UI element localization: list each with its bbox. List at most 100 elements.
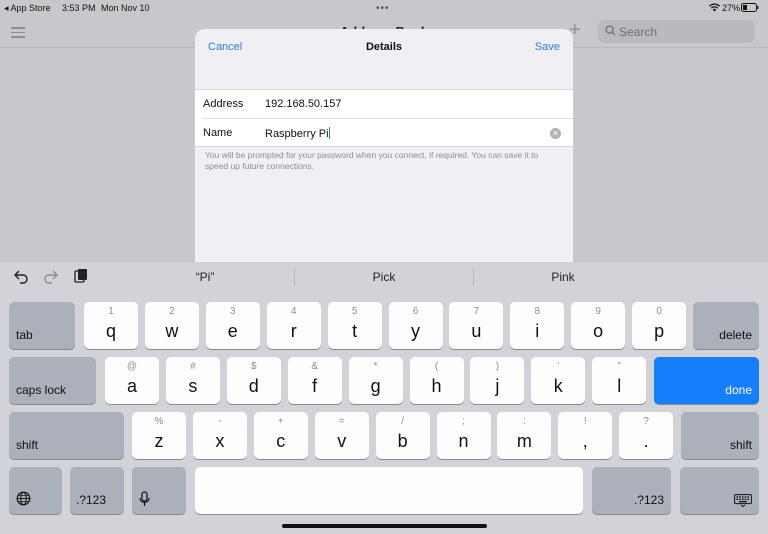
back-to-app-store-link[interactable]: ◂ App Store bbox=[4, 3, 51, 14]
clear-text-icon[interactable]: ✕ bbox=[550, 128, 561, 139]
key-v[interactable]: = v bbox=[314, 412, 369, 459]
key-d[interactable]: $ d bbox=[226, 357, 281, 404]
key-z[interactable]: % z bbox=[132, 412, 186, 459]
suggestion-2[interactable]: Pick bbox=[299, 270, 469, 284]
key-t[interactable]: 5t bbox=[327, 302, 382, 349]
space-key[interactable] bbox=[195, 467, 583, 514]
key-alt-label: + bbox=[277, 416, 284, 427]
numbers-left-key-label: .?123 bbox=[76, 493, 107, 507]
globe-key[interactable] bbox=[9, 467, 62, 514]
text-cursor bbox=[328, 127, 331, 139]
key-main-label: u bbox=[471, 321, 482, 341]
key-j[interactable]: ) j bbox=[470, 357, 525, 404]
microphone-icon bbox=[139, 491, 150, 506]
key-alt-label: 0 bbox=[656, 306, 662, 317]
address-row[interactable]: Address 192.168.50.157 bbox=[195, 90, 573, 118]
key-g[interactable]: * g bbox=[348, 357, 403, 404]
key-u[interactable]: 7u bbox=[449, 302, 504, 349]
key-alt-label: 1 bbox=[108, 306, 114, 317]
key-punct-8[interactable]: ?. bbox=[619, 412, 674, 459]
key-alt-label: - bbox=[218, 416, 222, 427]
key-alt-label: = bbox=[338, 416, 345, 427]
key-alt-label: ! bbox=[583, 416, 587, 427]
key-alt-label: 9 bbox=[595, 306, 601, 317]
key-main-label: . bbox=[643, 431, 649, 451]
multitasking-dots-icon[interactable]: ••• bbox=[376, 3, 390, 14]
keyboard-hide-icon bbox=[734, 494, 752, 507]
key-w[interactable]: 2w bbox=[144, 302, 199, 349]
details-sheet: Cancel Details Save Address 192.168.50.1… bbox=[195, 29, 573, 262]
paste-icon[interactable] bbox=[73, 268, 89, 284]
key-main-label: h bbox=[431, 376, 442, 396]
shift-left-key[interactable]: shift bbox=[9, 412, 124, 459]
key-l[interactable]: ” l bbox=[592, 357, 647, 404]
key-alt-label: / bbox=[401, 416, 404, 427]
numbers-left-key[interactable]: .?123 bbox=[70, 467, 124, 514]
done-key[interactable]: done bbox=[654, 357, 759, 404]
save-button[interactable]: Save bbox=[535, 41, 560, 53]
key-alt-label: % bbox=[154, 416, 164, 427]
key-r[interactable]: 4r bbox=[266, 302, 321, 349]
key-alt-label: ) bbox=[495, 361, 500, 372]
key-a[interactable]: @ a bbox=[105, 357, 159, 404]
key-alt-label: # bbox=[190, 361, 196, 372]
key-punct-7[interactable]: !, bbox=[558, 412, 613, 459]
key-main-label: c bbox=[276, 431, 286, 451]
key-n[interactable]: ; n bbox=[436, 412, 491, 459]
help-text: You will be prompted for your password w… bbox=[205, 150, 539, 171]
key-y[interactable]: 6y bbox=[388, 302, 443, 349]
address-label: Address bbox=[203, 98, 244, 110]
key-q[interactable]: 1q bbox=[84, 302, 138, 349]
key-m[interactable]: :m bbox=[497, 412, 552, 459]
hide-keyboard-key[interactable] bbox=[680, 467, 759, 514]
key-alt-label: 2 bbox=[169, 306, 175, 317]
numbers-right-key[interactable]: .?123 bbox=[592, 467, 671, 514]
key-alt-label: ’ bbox=[557, 361, 560, 372]
key-x[interactable]: -x bbox=[192, 412, 247, 459]
name-row[interactable]: Name Raspberry Pi ✕ bbox=[202, 118, 573, 146]
key-p[interactable]: 0p bbox=[632, 302, 687, 349]
search-icon bbox=[605, 25, 616, 36]
key-alt-label: ; bbox=[462, 416, 465, 427]
key-s[interactable]: # s bbox=[165, 357, 220, 404]
key-c[interactable]: + c bbox=[253, 412, 308, 459]
sheet-nav-bar: Cancel Details Save bbox=[195, 29, 573, 65]
key-main-label: t bbox=[352, 321, 358, 341]
shift-right-key-label: shift bbox=[729, 438, 752, 452]
delete-key[interactable]: delete bbox=[693, 302, 759, 349]
key-i[interactable]: 8i bbox=[510, 302, 565, 349]
key-e[interactable]: 3e bbox=[205, 302, 260, 349]
key-o[interactable]: 9o bbox=[571, 302, 626, 349]
key-alt-label: 4 bbox=[290, 306, 297, 317]
key-main-label: n bbox=[458, 431, 469, 451]
battery-icon bbox=[741, 3, 759, 14]
tab-key[interactable]: tab bbox=[9, 302, 75, 349]
done-key-label: done bbox=[725, 383, 752, 397]
caps-lock-key[interactable]: caps lock bbox=[9, 357, 96, 404]
dictation-key[interactable] bbox=[132, 467, 186, 514]
key-alt-label: * bbox=[373, 361, 378, 372]
address-field[interactable]: 192.168.50.157 bbox=[265, 98, 341, 110]
key-f[interactable]: & f bbox=[287, 357, 342, 404]
redo-icon[interactable] bbox=[43, 268, 59, 284]
key-main-label: j bbox=[495, 376, 500, 396]
key-b[interactable]: / b bbox=[375, 412, 430, 459]
wifi-icon bbox=[709, 3, 720, 14]
suggestion-3[interactable]: Pink bbox=[478, 270, 648, 284]
key-alt-label: & bbox=[311, 361, 319, 372]
key-main-label: m bbox=[516, 431, 532, 451]
battery-percent: 27% bbox=[722, 3, 741, 13]
key-alt-label: $ bbox=[251, 361, 257, 372]
undo-icon[interactable] bbox=[13, 268, 29, 284]
status-date: Mon Nov 10 bbox=[101, 3, 150, 13]
sheet-title: Details bbox=[365, 41, 403, 53]
suggestion-1[interactable]: “Pi” bbox=[120, 270, 290, 284]
key-alt-label: 6 bbox=[412, 306, 419, 317]
search-field[interactable]: Search bbox=[598, 20, 755, 43]
key-k[interactable]: ’ k bbox=[531, 357, 586, 404]
shift-right-key[interactable]: shift bbox=[681, 412, 759, 459]
details-form: Address 192.168.50.157 Name Raspberry Pi… bbox=[195, 89, 573, 147]
key-h[interactable]: (h bbox=[409, 357, 464, 404]
name-field[interactable]: Raspberry Pi bbox=[265, 127, 331, 140]
key-alt-label: : bbox=[523, 416, 526, 427]
